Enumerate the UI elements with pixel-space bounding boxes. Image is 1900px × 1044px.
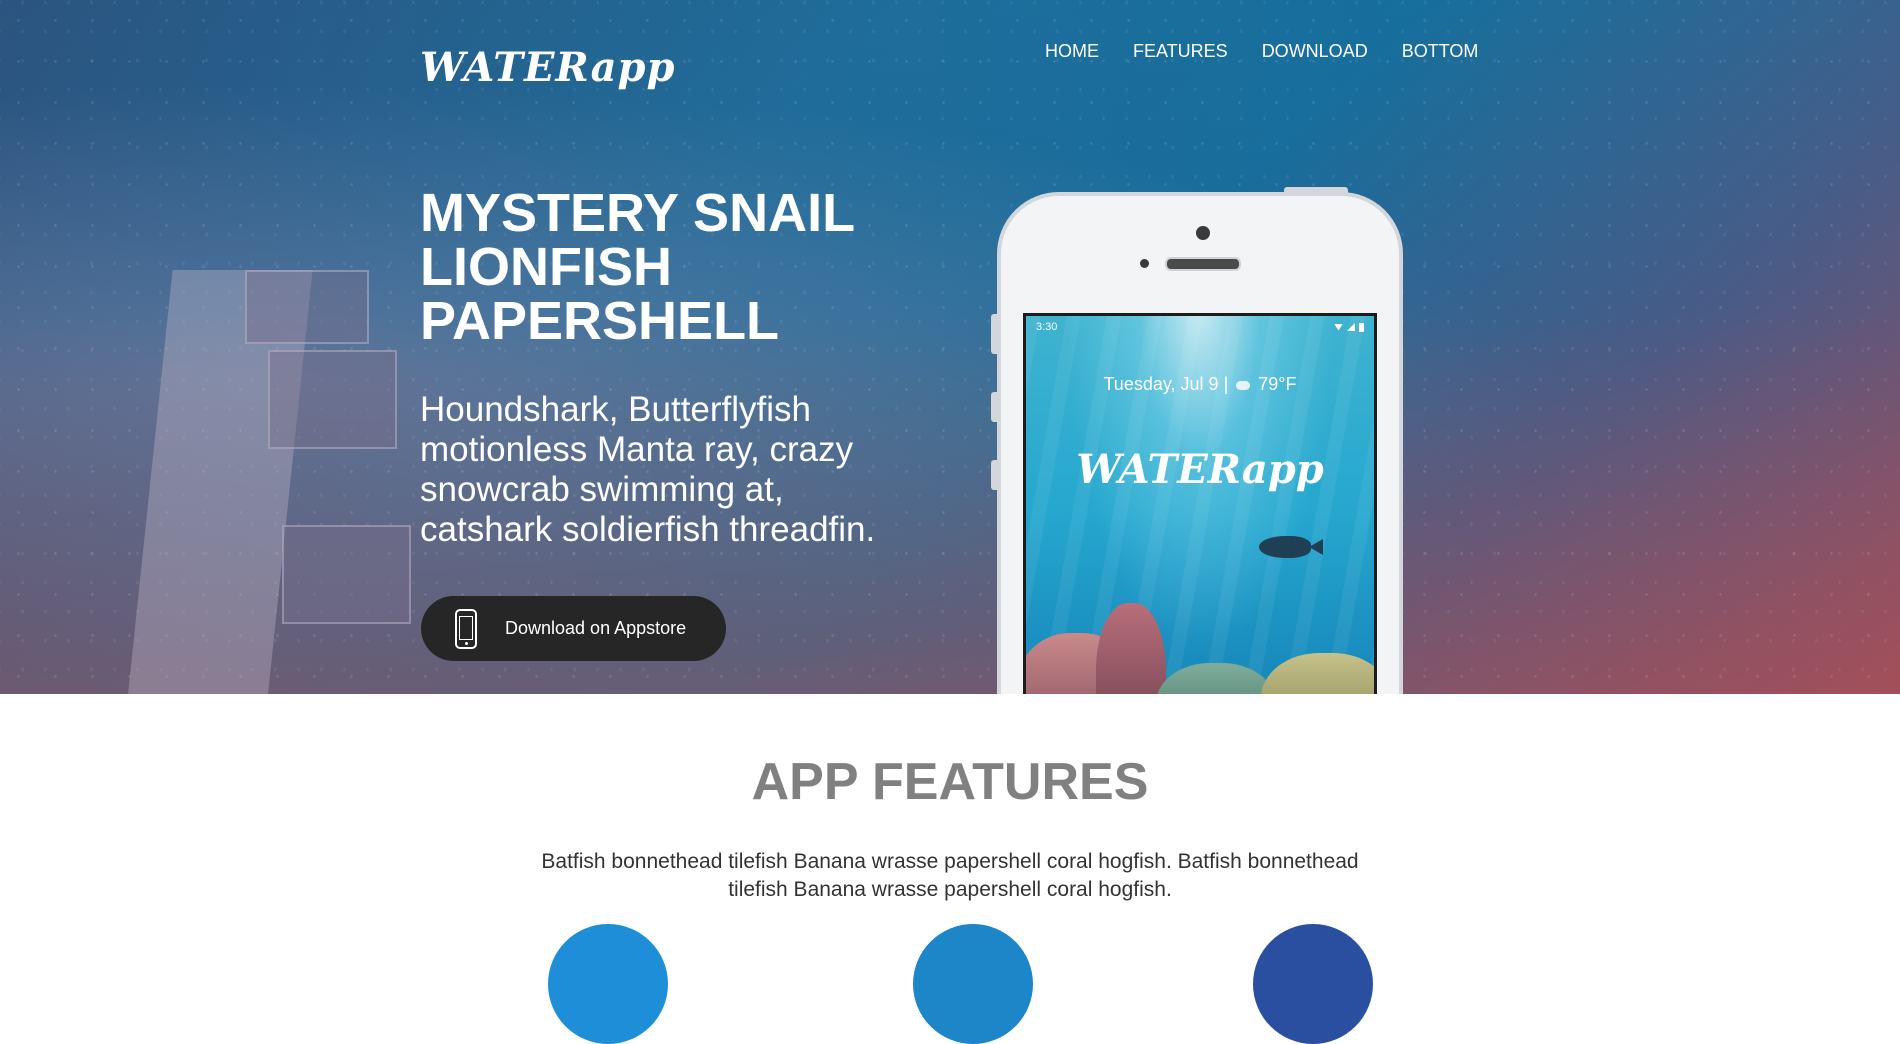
nav-item-bottom[interactable]: BOTTOM	[1402, 41, 1479, 62]
phone-power-button	[1284, 187, 1348, 194]
phone-side-button	[991, 460, 998, 490]
phone-camera	[1196, 226, 1210, 240]
nav-item-home[interactable]: HOME	[1045, 41, 1099, 62]
signal-icon	[1347, 323, 1355, 331]
hero-background-bench	[245, 270, 369, 344]
phone-side-button	[991, 392, 998, 422]
nav-item-download[interactable]: DOWNLOAD	[1262, 41, 1368, 62]
hero-headline: MYSTERY SNAIL LIONFISH PAPERSHELL	[420, 186, 940, 348]
hero-background-bench	[282, 525, 411, 624]
status-icons	[1334, 321, 1364, 333]
smartphone-icon	[455, 608, 477, 649]
hero-background-bench	[268, 350, 397, 449]
hero-headline-line: MYSTERY SNAIL	[420, 183, 856, 243]
download-appstore-button[interactable]: Download on Appstore	[421, 596, 726, 661]
status-bar: 3:30	[1036, 321, 1364, 333]
phone-sensor	[1140, 259, 1149, 268]
phone-mockup: 3:30 Tuesday, Jul 9 | 79°F WATERapp	[991, 187, 1403, 694]
feature-icon-circle	[548, 924, 668, 1044]
download-appstore-label: Download on Appstore	[505, 618, 687, 638]
feature-icon-circle	[913, 924, 1033, 1044]
hero-section: WATERapp HOME FEATURES DOWNLOAD BOTTOM M…	[0, 0, 1900, 694]
feature-icon-circle	[1253, 924, 1373, 1044]
features-description: Batfish bonnethead tilefish Banana wrass…	[541, 850, 1359, 901]
main-nav: HOME FEATURES DOWNLOAD BOTTOM	[1045, 41, 1478, 62]
lockscreen-separator: |	[1223, 374, 1229, 394]
nav-item-features[interactable]: FEATURES	[1133, 41, 1228, 62]
screen-app-logo: WATERapp	[1076, 446, 1324, 493]
status-time: 3:30	[1036, 321, 1058, 333]
phone-speaker	[1165, 257, 1241, 271]
hero-headline-line: PAPERSHELL	[420, 291, 780, 351]
phone-side-button	[991, 314, 998, 354]
hero-subtext: Houndshark, Butterflyfish motionless Man…	[420, 390, 876, 549]
lockscreen-date-weather: Tuesday, Jul 9 | 79°F	[1026, 374, 1374, 395]
lockscreen-temperature: 79°F	[1258, 374, 1297, 394]
hero-headline-line: LIONFISH	[420, 237, 672, 297]
cloud-icon	[1236, 380, 1251, 390]
lockscreen-date: Tuesday, Jul 9	[1103, 374, 1219, 394]
wifi-icon	[1334, 323, 1343, 331]
battery-icon	[1359, 322, 1364, 332]
fish-illustration	[1259, 536, 1311, 558]
features-title: APP FEATURES	[751, 753, 1149, 811]
site-logo[interactable]: WATERapp	[420, 44, 675, 91]
phone-screen: 3:30 Tuesday, Jul 9 | 79°F WATERapp	[1023, 313, 1377, 694]
